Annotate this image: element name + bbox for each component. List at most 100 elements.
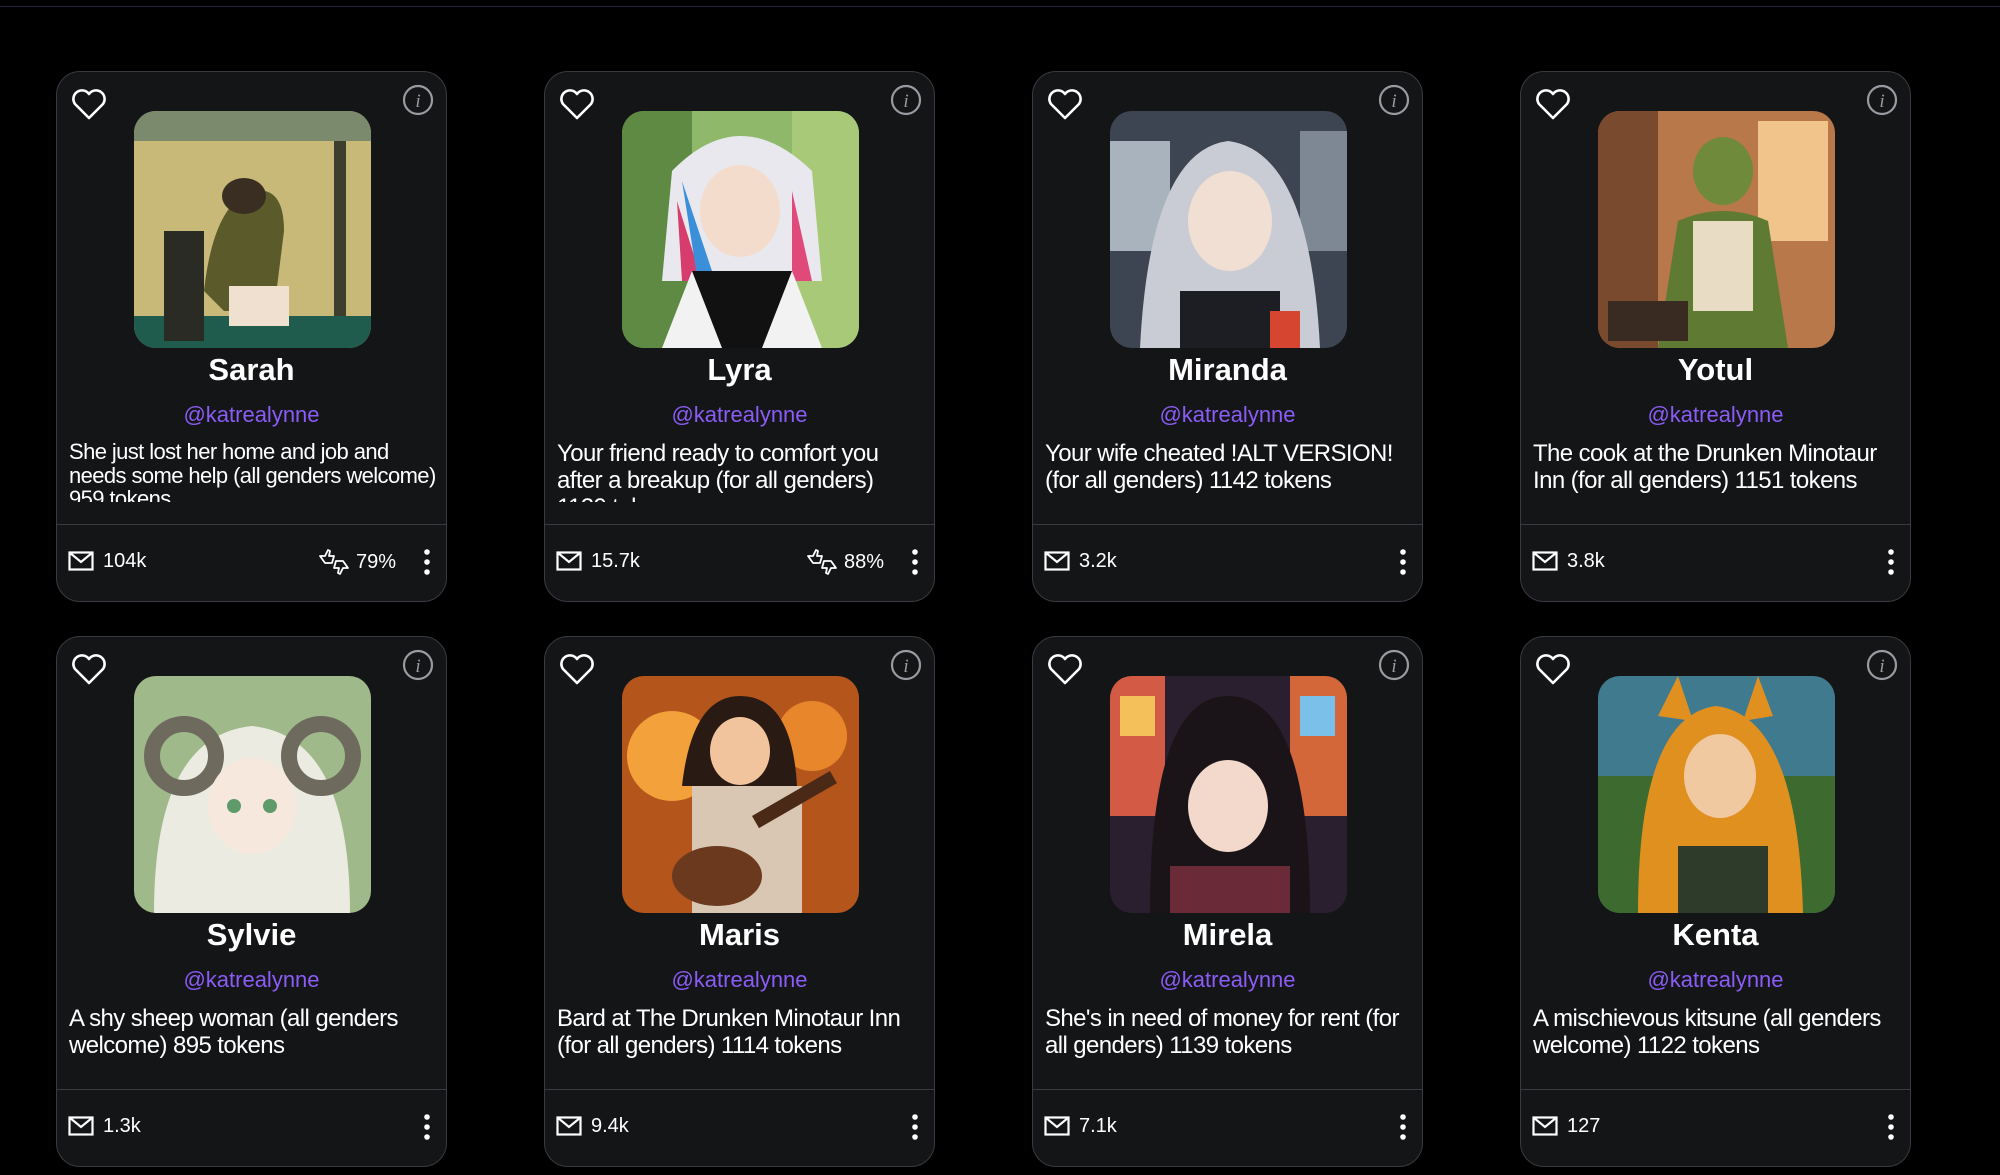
avatar-image bbox=[1110, 111, 1347, 348]
message-count: 3.2k bbox=[1079, 550, 1117, 572]
info-icon[interactable]: i bbox=[1863, 646, 1901, 684]
creator-handle[interactable]: @katrealynne bbox=[1521, 402, 1910, 428]
avatar-image bbox=[1110, 676, 1347, 913]
svg-text:i: i bbox=[1391, 656, 1396, 677]
envelope-icon bbox=[556, 1116, 582, 1136]
info-icon[interactable]: i bbox=[1863, 81, 1901, 119]
avatar-image bbox=[1598, 676, 1835, 913]
creator-handle[interactable]: @katrealynne bbox=[57, 967, 446, 993]
heart-icon[interactable] bbox=[1043, 82, 1087, 126]
character-name: Sarah bbox=[208, 352, 295, 387]
character-name: Maris bbox=[699, 917, 780, 952]
character-name: Miranda bbox=[1168, 352, 1287, 387]
heart-icon[interactable] bbox=[555, 647, 599, 691]
character-name: Sylvie bbox=[206, 917, 297, 952]
card-footer: 3.8k bbox=[1521, 525, 1910, 601]
thumbs-up-down-icon bbox=[807, 549, 837, 575]
svg-text:i: i bbox=[903, 656, 908, 677]
rating: 88% bbox=[806, 547, 884, 577]
info-icon[interactable]: i bbox=[399, 81, 437, 119]
character-description: A shy sheep woman (all genders welcome) … bbox=[69, 1005, 398, 1059]
message-count: 1.3k bbox=[103, 1115, 141, 1137]
heart-icon[interactable] bbox=[1043, 647, 1087, 691]
more-options-icon[interactable] bbox=[421, 1112, 433, 1142]
avatar-image bbox=[622, 111, 859, 348]
character-card-mirela[interactable]: i Mirela @katrealynne She's in need of m… bbox=[1032, 636, 1423, 1167]
info-icon[interactable]: i bbox=[1375, 81, 1413, 119]
avatar-image bbox=[134, 676, 371, 913]
svg-text:i: i bbox=[1879, 91, 1884, 112]
envelope-icon bbox=[556, 551, 582, 571]
info-icon[interactable]: i bbox=[887, 646, 925, 684]
message-count: 3.8k bbox=[1567, 550, 1605, 572]
character-card-lyra[interactable]: i Lyra @katrealynne Your friend ready to… bbox=[544, 71, 935, 602]
character-description: A mischievous kitsune (all genders welco… bbox=[1533, 1005, 1881, 1059]
card-footer: 127 bbox=[1521, 1090, 1910, 1166]
character-card-maris[interactable]: i Maris @katrealynne Bard at The Drunken… bbox=[544, 636, 935, 1167]
avatar-image bbox=[1598, 111, 1835, 348]
character-description: Your wife cheated !ALT VERSION! (for all… bbox=[1045, 440, 1393, 494]
svg-text:i: i bbox=[1879, 656, 1884, 677]
message-count: 7.1k bbox=[1079, 1115, 1117, 1137]
more-options-icon[interactable] bbox=[909, 547, 921, 577]
svg-text:i: i bbox=[903, 91, 908, 112]
creator-handle[interactable]: @katrealynne bbox=[545, 967, 934, 993]
heart-icon[interactable] bbox=[67, 647, 111, 691]
card-footer: 7.1k bbox=[1033, 1090, 1422, 1166]
envelope-icon bbox=[1532, 1116, 1558, 1136]
creator-handle[interactable]: @katrealynne bbox=[57, 402, 446, 428]
character-card-sarah[interactable]: i Sarah @katrealynne She just lost her h… bbox=[56, 71, 447, 602]
creator-handle[interactable]: @katrealynne bbox=[545, 402, 934, 428]
creator-handle[interactable]: @katrealynne bbox=[1033, 967, 1422, 993]
rating-percent: 79% bbox=[355, 550, 396, 573]
envelope-icon bbox=[1044, 1116, 1070, 1136]
info-icon[interactable]: i bbox=[1375, 646, 1413, 684]
envelope-icon bbox=[1532, 551, 1558, 571]
more-options-icon[interactable] bbox=[909, 1112, 921, 1142]
character-card-sylvie[interactable]: i Sylvie @katrealynne A shy sheep woman … bbox=[56, 636, 447, 1167]
character-description: She's in need of money for rent (for all… bbox=[1045, 1005, 1399, 1059]
envelope-icon bbox=[68, 1116, 94, 1136]
rating: 79% bbox=[318, 547, 396, 577]
thumbs-up-down-icon bbox=[319, 549, 349, 575]
envelope-icon bbox=[1044, 551, 1070, 571]
more-options-icon[interactable] bbox=[1885, 1112, 1897, 1142]
more-options-icon[interactable] bbox=[1397, 1112, 1409, 1142]
card-footer: 3.2k bbox=[1033, 525, 1422, 601]
svg-text:i: i bbox=[1391, 91, 1396, 112]
character-name: Mirela bbox=[1182, 917, 1273, 952]
heart-icon[interactable] bbox=[1531, 82, 1575, 126]
character-card-yotul[interactable]: i Yotul @katrealynne The cook at the Dru… bbox=[1520, 71, 1911, 602]
character-description: She just lost her home and job and needs… bbox=[69, 440, 436, 502]
envelope-icon bbox=[68, 551, 94, 571]
svg-text:i: i bbox=[415, 656, 420, 677]
character-description: Your friend ready to comfort you after a… bbox=[557, 440, 879, 502]
heart-icon[interactable] bbox=[67, 82, 111, 126]
info-icon[interactable]: i bbox=[399, 646, 437, 684]
card-footer: 15.7k 88% bbox=[545, 525, 934, 601]
character-name: Kenta bbox=[1672, 917, 1759, 952]
character-description: The cook at the Drunken Minotaur Inn (fo… bbox=[1533, 440, 1877, 494]
creator-handle[interactable]: @katrealynne bbox=[1521, 967, 1910, 993]
message-count: 127 bbox=[1567, 1115, 1601, 1137]
rating-percent: 88% bbox=[843, 550, 884, 573]
message-count: 15.7k bbox=[591, 550, 640, 572]
avatar-image bbox=[134, 111, 371, 348]
more-options-icon[interactable] bbox=[1885, 547, 1897, 577]
avatar-image bbox=[622, 676, 859, 913]
card-footer: 1.3k bbox=[57, 1090, 446, 1166]
heart-icon[interactable] bbox=[555, 82, 599, 126]
svg-text:i: i bbox=[415, 91, 420, 112]
more-options-icon[interactable] bbox=[421, 547, 433, 577]
character-name: Yotul bbox=[1677, 352, 1754, 387]
card-footer: 104k 79% bbox=[57, 525, 446, 601]
character-card-miranda[interactable]: i Miranda @katrealynne Your wife cheated… bbox=[1032, 71, 1423, 602]
character-grid: i Sarah @katrealynne She just lost her h… bbox=[0, 0, 2000, 1175]
info-icon[interactable]: i bbox=[887, 81, 925, 119]
creator-handle[interactable]: @katrealynne bbox=[1033, 402, 1422, 428]
character-name: Lyra bbox=[707, 352, 772, 387]
character-card-kenta[interactable]: i Kenta @katrealynne A mischievous kitsu… bbox=[1520, 636, 1911, 1167]
more-options-icon[interactable] bbox=[1397, 547, 1409, 577]
heart-icon[interactable] bbox=[1531, 647, 1575, 691]
message-count: 104k bbox=[103, 550, 147, 572]
